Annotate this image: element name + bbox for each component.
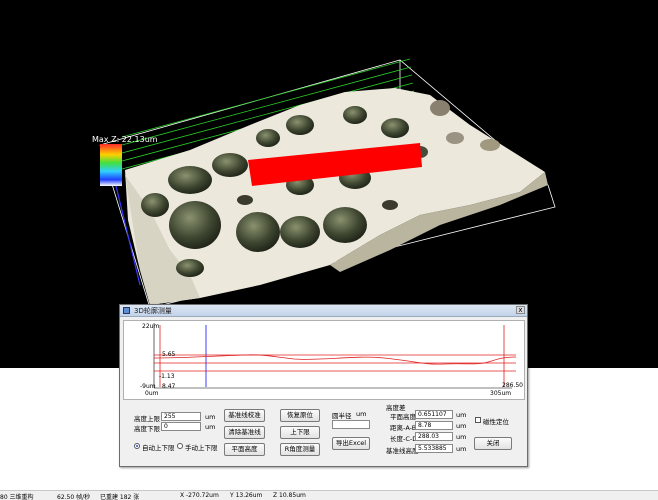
app-icon: [123, 307, 130, 314]
right-marker-label: 286.50: [502, 382, 523, 389]
radius-input[interactable]: [332, 420, 370, 429]
base-len-field[interactable]: 5.533885: [415, 444, 453, 453]
x-right-label: 305um: [490, 390, 512, 397]
dist-ab-field[interactable]: 8.78: [415, 421, 453, 430]
radius-label: 圆半径: [332, 412, 352, 420]
auto-limit-label: 自动上下限: [142, 444, 175, 452]
export-excel-button[interactable]: 导出Excel: [332, 437, 370, 450]
plane-height-field[interactable]: 0.651107: [415, 410, 453, 419]
dialog-titlebar[interactable]: 3D轮廓测量 x: [120, 305, 527, 317]
profile-chart[interactable]: 22um -9um 5.65 -1.13 8.47 0um 305um 286.…: [123, 320, 525, 400]
upper-limit-unit: um: [205, 413, 216, 421]
auto-limit-radio[interactable]: [134, 443, 140, 449]
dialog-title: 3D轮廓测量: [134, 307, 172, 315]
close-button[interactable]: 关闭: [474, 437, 512, 450]
ref-a-label: 5.65: [162, 351, 176, 358]
len-cd-label: 长度-C-D: [390, 435, 418, 443]
surface-mesh: [125, 88, 548, 305]
len-cd-unit: um: [456, 433, 467, 441]
baseline-calibrate-button[interactable]: 基准线校准: [224, 409, 265, 422]
magnetic-checkbox[interactable]: [475, 417, 481, 423]
clear-baseline-button[interactable]: 清除基准线: [224, 426, 265, 439]
status-y: Y 13.26um: [230, 492, 263, 499]
ref-b-label: -1.13: [159, 373, 175, 380]
upper-limit-input[interactable]: 255: [161, 412, 201, 421]
radius-unit: um: [356, 410, 367, 418]
len-cd-field[interactable]: 288.03: [415, 432, 453, 441]
x-left-label: 0um: [145, 390, 159, 397]
profile-plot: [153, 323, 517, 389]
lower-limit-input[interactable]: 0: [161, 422, 201, 431]
dist-ab-label: 距离-A-B: [390, 424, 417, 432]
magnetic-label: 磁性定位: [483, 418, 509, 426]
plane-height-button[interactable]: 平面高度: [224, 443, 265, 456]
color-scale-bar: [100, 144, 122, 186]
y-bottom-label: -9um: [140, 383, 156, 390]
profile-measure-dialog: 3D轮廓测量 x 22um -9um 5.65 -1.13 8.47 0um 3…: [119, 304, 528, 467]
plane-height-label: 平面高度: [390, 413, 416, 421]
upper-limit-label: 高度上限: [134, 415, 160, 423]
status-z: Z 10.85um: [273, 492, 306, 499]
manual-limit-label: 手动上下限: [185, 444, 218, 452]
lower-limit-unit: um: [205, 423, 216, 431]
manual-limit-radio[interactable]: [177, 443, 183, 449]
max-z-label: Max Z: 22.13um: [92, 135, 158, 144]
y-top-label: 22um: [142, 323, 160, 330]
lower-limit-label: 高度下限: [134, 425, 160, 433]
plane-height-unit: um: [456, 411, 467, 419]
updown-limit-button[interactable]: 上下限: [280, 426, 320, 439]
close-icon[interactable]: x: [516, 306, 525, 314]
base-len-unit: um: [456, 445, 467, 453]
base-len-label: 基准线高度: [386, 447, 419, 455]
restore-origin-button[interactable]: 恢复原位: [280, 409, 320, 422]
angle-measure-button[interactable]: R角度测量: [280, 443, 320, 456]
status-x: X -270.72um: [180, 492, 219, 499]
ref-c-label: 8.47: [162, 383, 176, 390]
dist-ab-unit: um: [456, 422, 467, 430]
